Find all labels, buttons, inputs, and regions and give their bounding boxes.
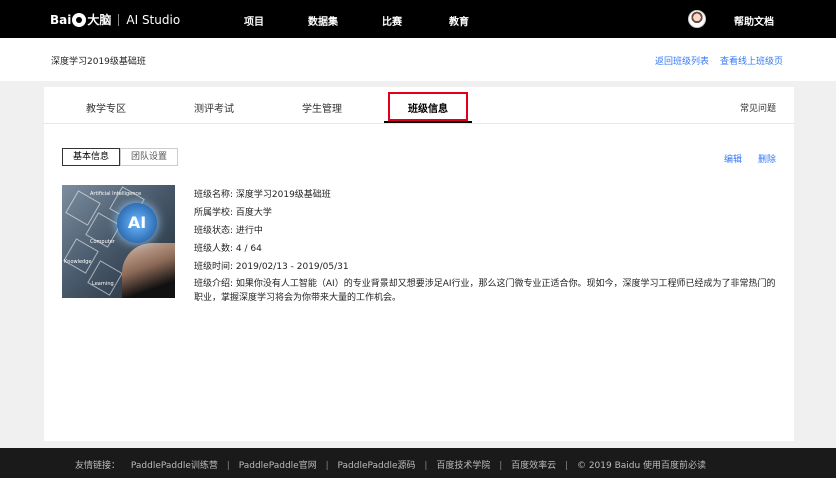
help-docs-link[interactable]: 帮助文档 <box>734 13 774 28</box>
class-time-row: 班级时间: 2019/02/13 - 2019/05/31 <box>194 262 349 272</box>
footer-separator: | <box>325 461 329 471</box>
subtab-team-settings[interactable]: 团队设置 <box>120 148 179 166</box>
faq-link[interactable]: 常见问题 <box>740 101 776 114</box>
brand-text: Bai <box>50 12 72 27</box>
user-avatar[interactable] <box>688 10 706 28</box>
subtab-group: 基本信息 团队设置 <box>62 148 179 166</box>
product-name: AI Studio <box>126 12 181 27</box>
ai-badge-icon: AI <box>117 203 157 243</box>
footer-link-paddle-site[interactable]: PaddlePaddle官网 <box>239 461 317 471</box>
nav-projects[interactable]: 项目 <box>244 13 264 28</box>
footer-copyright[interactable]: © 2019 Baidu 使用百度前必读 <box>577 461 706 471</box>
class-status-row: 班级状态: 进行中 <box>194 226 263 236</box>
class-school-row: 所属学校: 百度大学 <box>194 208 272 218</box>
class-cover-image: Artificial Intelligence Computer Knowled… <box>62 185 175 298</box>
top-navbar: Bai 大脑 AI Studio 项目 数据集 比赛 教育 帮助文档 <box>0 0 836 38</box>
baidu-ai-studio-logo[interactable]: Bai 大脑 AI Studio <box>50 11 180 28</box>
tab-bar: 教学专区 测评考试 学生管理 班级信息 常见问题 <box>44 87 794 124</box>
footer-link-paddle-camp[interactable]: PaddlePaddle训练营 <box>131 461 218 471</box>
image-label-knowledge: Knowledge <box>64 259 92 265</box>
active-tab-underline <box>384 121 472 123</box>
image-label-learning: Learning <box>92 281 114 287</box>
subtab-basic-info[interactable]: 基本信息 <box>62 148 121 166</box>
footer-link-paddle-source[interactable]: PaddlePaddle源码 <box>338 461 416 471</box>
view-online-class-link[interactable]: 查看线上班级页 <box>720 54 783 67</box>
tab-teaching[interactable]: 教学专区 <box>86 100 126 115</box>
logo-divider <box>118 13 120 26</box>
nav-competitions[interactable]: 比赛 <box>382 13 402 28</box>
image-label-ai: Artificial Intelligence <box>90 191 142 197</box>
class-intro-row: 班级介绍: 如果你没有人工智能（AI）的专业背景却又想要涉足AI行业，那么这门微… <box>194 279 776 303</box>
class-count-row: 班级人数: 4 / 64 <box>194 244 262 254</box>
class-title: 深度学习2019级基础班 <box>51 57 146 67</box>
nav-datasets[interactable]: 数据集 <box>308 13 338 28</box>
hand-figure <box>122 243 175 298</box>
footer-link-efficiency-cloud[interactable]: 百度效率云 <box>511 461 556 471</box>
class-name-row: 班级名称: 深度学习2019级基础班 <box>194 190 331 200</box>
footer-separator: | <box>424 461 428 471</box>
footer: 友情链接： PaddlePaddle训练营 | PaddlePaddle官网 |… <box>0 448 836 478</box>
hexagon-shape <box>87 260 123 296</box>
brand-cn-text: 大脑 <box>87 13 112 27</box>
footer-label: 友情链接： <box>75 461 121 471</box>
class-header: 深度学习2019级基础班 返回班级列表 查看线上班级页 <box>0 38 836 81</box>
footer-separator: | <box>499 461 503 471</box>
image-label-computer: Computer <box>90 239 115 245</box>
class-info-block: 班级名称: 深度学习2019级基础班 所属学校: 百度大学 班级状态: 进行中 … <box>194 186 784 305</box>
baidu-paw-icon <box>72 12 87 27</box>
tab-students[interactable]: 学生管理 <box>302 100 342 115</box>
nav-education[interactable]: 教育 <box>449 13 469 28</box>
footer-links: 友情链接： PaddlePaddle训练营 | PaddlePaddle官网 |… <box>75 458 706 471</box>
footer-separator: | <box>226 461 230 471</box>
footer-separator: | <box>565 461 569 471</box>
main-card: 教学专区 测评考试 学生管理 班级信息 常见问题 基本信息 团队设置 编辑 删除… <box>44 87 794 441</box>
edit-button[interactable]: 编辑 <box>724 152 742 165</box>
back-to-class-list-link[interactable]: 返回班级列表 <box>655 54 709 67</box>
tab-class-info[interactable]: 班级信息 <box>408 100 448 115</box>
delete-button[interactable]: 删除 <box>758 152 776 165</box>
tab-exams[interactable]: 测评考试 <box>194 100 234 115</box>
footer-link-tech-academy[interactable]: 百度技术学院 <box>436 461 490 471</box>
